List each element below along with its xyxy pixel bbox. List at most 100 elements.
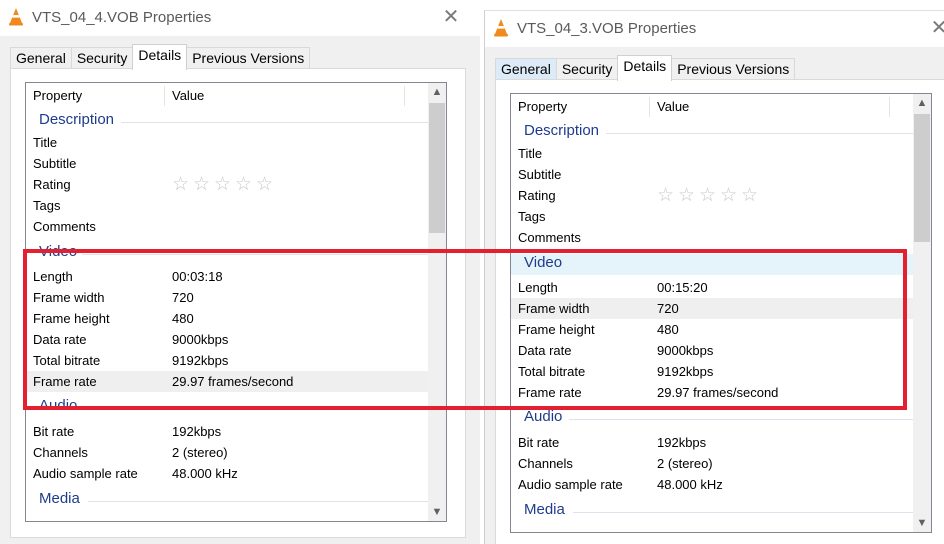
vertical-scrollbar[interactable]: ▲ ▼	[913, 94, 931, 532]
group-media[interactable]: Media	[511, 501, 913, 522]
tab-details[interactable]: Details	[617, 55, 673, 81]
title-bar: VTS_04_3.VOB Properties ✕	[485, 11, 944, 47]
tab-security[interactable]: Security	[70, 47, 134, 69]
group-description[interactable]: Description	[511, 122, 913, 143]
rating-stars[interactable]: ☆ ☆ ☆ ☆ ☆	[172, 174, 277, 195]
property-value: 192kbps	[657, 435, 707, 450]
property-row-rating[interactable]: Rating ☆ ☆ ☆ ☆ ☆	[26, 174, 428, 195]
property-row-tags[interactable]: Tags	[511, 206, 913, 227]
column-header-property[interactable]: Property	[518, 99, 567, 114]
column-header-value[interactable]: Value	[657, 99, 689, 114]
property-name: Bit rate	[518, 435, 560, 450]
vlc-cone-icon	[494, 19, 508, 37]
property-row-rating[interactable]: Rating ☆ ☆ ☆ ☆ ☆	[511, 185, 913, 206]
property-value: 48.000 kHz	[172, 466, 238, 481]
window-title: VTS_04_3.VOB Properties	[517, 20, 697, 37]
group-divider	[606, 133, 913, 134]
property-name: Tags	[518, 209, 546, 224]
property-row-subtitle[interactable]: Subtitle	[26, 153, 428, 174]
close-icon[interactable]: ✕	[926, 15, 944, 41]
group-audio[interactable]: Audio	[511, 408, 913, 429]
star-icon[interactable]: ☆	[256, 174, 277, 195]
group-label: Audio	[524, 408, 563, 425]
star-icon[interactable]: ☆	[720, 185, 741, 206]
group-label: Media	[39, 490, 80, 507]
property-name: Tags	[33, 198, 61, 213]
star-icon[interactable]: ☆	[741, 185, 762, 206]
property-value: 48.000 kHz	[657, 477, 723, 492]
tab-previous-versions[interactable]: Previous Versions	[186, 47, 311, 69]
property-name: Rating	[518, 188, 556, 203]
property-row-bit-rate[interactable]: Bit rate 192kbps	[26, 421, 428, 442]
property-row-tags[interactable]: Tags	[26, 195, 428, 216]
group-description[interactable]: Description	[26, 111, 428, 132]
group-divider	[88, 501, 428, 502]
group-media[interactable]: Media	[26, 490, 428, 511]
property-row-comments[interactable]: Comments	[26, 216, 428, 237]
title-bar: VTS_04_4.VOB Properties ✕	[0, 0, 480, 36]
column-header-value[interactable]: Value	[172, 88, 204, 103]
property-name: Rating	[33, 177, 71, 192]
star-icon[interactable]: ☆	[699, 185, 720, 206]
chevron-up-icon[interactable]: ▲	[913, 94, 931, 112]
property-row-title[interactable]: Title	[26, 132, 428, 153]
property-name: Channels	[518, 456, 573, 471]
column-divider[interactable]	[164, 86, 165, 106]
window-title: VTS_04_4.VOB Properties	[32, 9, 212, 26]
star-icon[interactable]: ☆	[678, 185, 699, 206]
property-name: Audio sample rate	[518, 477, 623, 492]
group-divider	[569, 419, 913, 420]
scrollbar-thumb[interactable]	[429, 103, 445, 233]
property-name: Bit rate	[33, 424, 75, 439]
property-name: Subtitle	[33, 156, 77, 171]
star-icon[interactable]: ☆	[214, 174, 235, 195]
group-divider	[121, 122, 428, 123]
property-row-comments[interactable]: Comments	[511, 227, 913, 248]
group-label: Description	[524, 122, 600, 139]
property-row-bit-rate[interactable]: Bit rate 192kbps	[511, 432, 913, 453]
chevron-up-icon[interactable]: ▲	[428, 83, 446, 101]
chevron-down-icon[interactable]: ▼	[428, 503, 446, 521]
column-header-property[interactable]: Property	[33, 88, 82, 103]
property-name: Comments	[518, 230, 581, 245]
property-row-channels[interactable]: Channels 2 (stereo)	[26, 442, 428, 463]
tab-strip: General Security Details Previous Versio…	[495, 55, 796, 81]
column-divider[interactable]	[404, 86, 405, 106]
column-divider[interactable]	[889, 97, 890, 117]
property-name: Audio sample rate	[33, 466, 138, 481]
property-name: Comments	[33, 219, 96, 234]
star-icon[interactable]: ☆	[657, 185, 678, 206]
property-value: 192kbps	[172, 424, 222, 439]
rating-stars[interactable]: ☆ ☆ ☆ ☆ ☆	[657, 185, 762, 206]
group-label: Description	[39, 111, 115, 128]
vlc-cone-icon	[9, 8, 23, 26]
property-row-audio-sample-rate[interactable]: Audio sample rate 48.000 kHz	[26, 463, 428, 484]
property-name: Title	[33, 135, 58, 150]
column-divider[interactable]	[649, 97, 650, 117]
property-name: Channels	[33, 445, 88, 460]
property-value: 2 (stereo)	[172, 445, 228, 460]
property-name: Subtitle	[518, 167, 562, 182]
tab-general[interactable]: General	[10, 47, 72, 69]
tab-previous-versions[interactable]: Previous Versions	[671, 58, 796, 80]
group-divider	[573, 512, 913, 513]
tab-security[interactable]: Security	[555, 58, 619, 80]
chevron-down-icon[interactable]: ▼	[913, 514, 931, 532]
star-icon[interactable]: ☆	[172, 174, 193, 195]
close-icon[interactable]: ✕	[438, 4, 464, 30]
scrollbar-thumb[interactable]	[914, 114, 930, 242]
list-header: Property Value	[511, 94, 913, 120]
property-value: 2 (stereo)	[657, 456, 713, 471]
tab-details[interactable]: Details	[132, 44, 188, 70]
star-icon[interactable]: ☆	[235, 174, 256, 195]
property-row-subtitle[interactable]: Subtitle	[511, 164, 913, 185]
tab-strip: General Security Details Previous Versio…	[10, 44, 311, 70]
property-name: Title	[518, 146, 543, 161]
list-header: Property Value	[26, 83, 428, 109]
property-row-audio-sample-rate[interactable]: Audio sample rate 48.000 kHz	[511, 474, 913, 495]
tab-general[interactable]: General	[495, 58, 557, 80]
property-row-channels[interactable]: Channels 2 (stereo)	[511, 453, 913, 474]
property-row-title[interactable]: Title	[511, 143, 913, 164]
star-icon[interactable]: ☆	[193, 174, 214, 195]
highlight-annotation	[23, 249, 907, 410]
